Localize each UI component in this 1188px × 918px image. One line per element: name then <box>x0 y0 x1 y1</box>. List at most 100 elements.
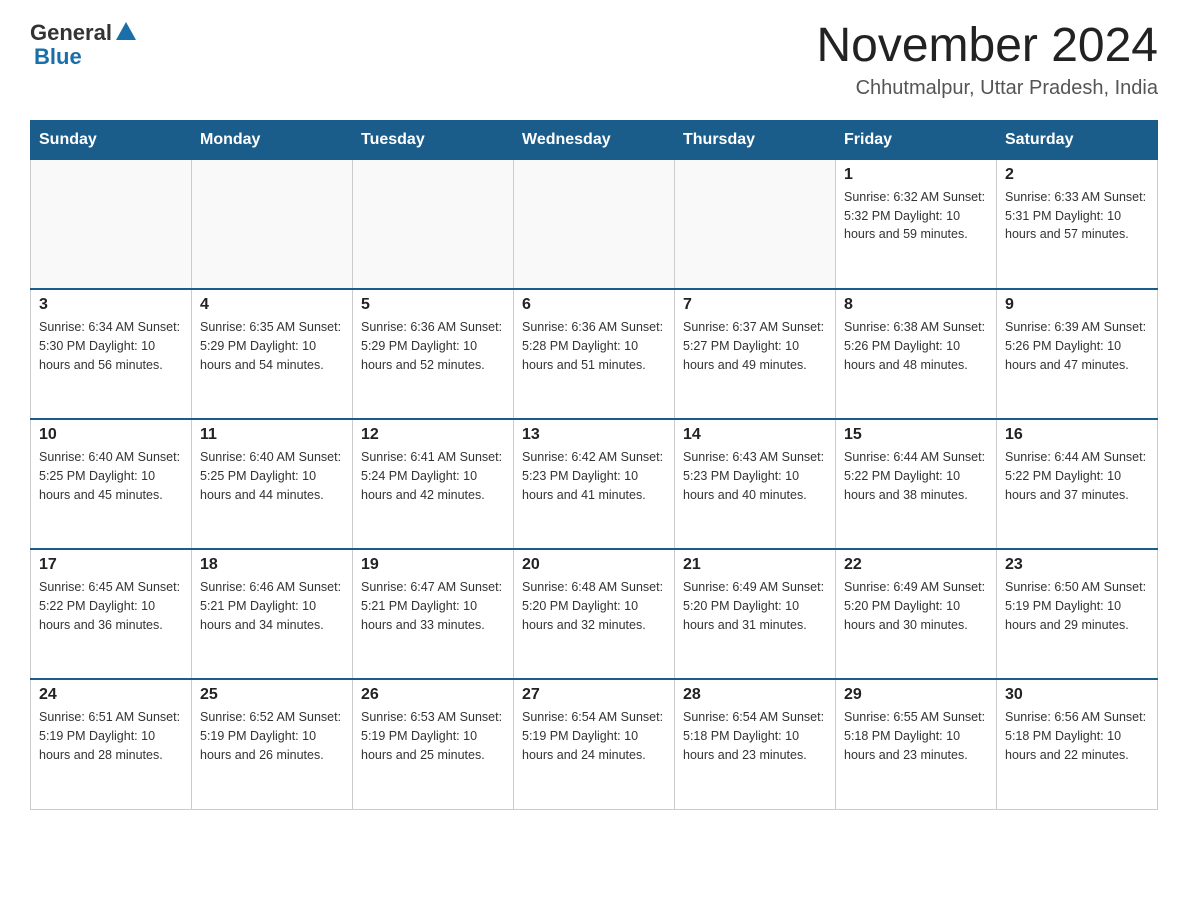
title-block: November 2024 Chhutmalpur, Uttar Pradesh… <box>816 20 1158 100</box>
calendar-cell: 11 Sunrise: 6:40 AM Sunset: 5:25 PM Dayli… <box>192 419 353 549</box>
day-number: 11 <box>200 426 344 444</box>
day-number: 22 <box>844 556 988 574</box>
calendar-cell <box>675 159 836 289</box>
calendar-cell: 30Sunrise: 6:56 AM Sunset: 5:18 PM Dayli… <box>997 679 1158 809</box>
day-number: 21 <box>683 556 827 574</box>
calendar-week-row: 3 Sunrise: 6:34 AM Sunset: 5:30 PM Daylig… <box>31 289 1158 419</box>
day-info: Sunrise: 6:37 AM Sunset: 5:27 PM Dayligh… <box>683 318 827 374</box>
day-info: Sunrise: 6:44 AM Sunset: 5:22 PM Dayligh… <box>1005 448 1149 504</box>
calendar-cell: 12 Sunrise: 6:41 AM Sunset: 5:24 PM Dayli… <box>353 419 514 549</box>
day-number: 25 <box>200 686 344 704</box>
day-number: 1 <box>844 166 988 184</box>
calendar-cell: 1 Sunrise: 6:32 AM Sunset: 5:32 PM Daylig… <box>836 159 997 289</box>
calendar-cell: 26 Sunrise: 6:53 AM Sunset: 5:19 PM Dayli… <box>353 679 514 809</box>
calendar-cell: 18 Sunrise: 6:46 AM Sunset: 5:21 PM Dayli… <box>192 549 353 679</box>
calendar-cell: 19Sunrise: 6:47 AM Sunset: 5:21 PM Dayli… <box>353 549 514 679</box>
calendar-day-header: Tuesday <box>353 120 514 159</box>
day-number: 14 <box>683 426 827 444</box>
day-info: Sunrise: 6:38 AM Sunset: 5:26 PM Dayligh… <box>844 318 988 374</box>
page-header: General Blue November 2024 Chhutmalpur, … <box>30 20 1158 100</box>
logo: General Blue <box>30 20 136 70</box>
day-number: 7 <box>683 296 827 314</box>
day-info: Sunrise: 6:32 AM Sunset: 5:32 PM Dayligh… <box>844 188 988 244</box>
day-info: Sunrise: 6:48 AM Sunset: 5:20 PM Dayligh… <box>522 578 666 634</box>
day-info: Sunrise: 6:34 AM Sunset: 5:30 PM Dayligh… <box>39 318 183 374</box>
calendar-cell: 3 Sunrise: 6:34 AM Sunset: 5:30 PM Daylig… <box>31 289 192 419</box>
day-info: Sunrise: 6:52 AM Sunset: 5:19 PM Dayligh… <box>200 708 344 764</box>
day-info: Sunrise: 6:53 AM Sunset: 5:19 PM Dayligh… <box>361 708 505 764</box>
calendar-day-header: Wednesday <box>514 120 675 159</box>
day-number: 15 <box>844 426 988 444</box>
calendar-cell: 20 Sunrise: 6:48 AM Sunset: 5:20 PM Dayli… <box>514 549 675 679</box>
logo-blue-text: Blue <box>34 44 82 70</box>
calendar-cell: 21 Sunrise: 6:49 AM Sunset: 5:20 PM Dayli… <box>675 549 836 679</box>
calendar-cell: 7 Sunrise: 6:37 AM Sunset: 5:27 PM Daylig… <box>675 289 836 419</box>
day-number: 4 <box>200 296 344 314</box>
day-number: 27 <box>522 686 666 704</box>
day-info: Sunrise: 6:54 AM Sunset: 5:18 PM Dayligh… <box>683 708 827 764</box>
calendar-week-row: 10 Sunrise: 6:40 AM Sunset: 5:25 PM Dayli… <box>31 419 1158 549</box>
calendar-cell: 8 Sunrise: 6:38 AM Sunset: 5:26 PM Daylig… <box>836 289 997 419</box>
month-title: November 2024 <box>816 20 1158 73</box>
day-number: 26 <box>361 686 505 704</box>
day-number: 17 <box>39 556 183 574</box>
calendar-cell: 9 Sunrise: 6:39 AM Sunset: 5:26 PM Daylig… <box>997 289 1158 419</box>
calendar-table: SundayMondayTuesdayWednesdayThursdayFrid… <box>30 120 1158 810</box>
calendar-cell: 29 Sunrise: 6:55 AM Sunset: 5:18 PM Dayli… <box>836 679 997 809</box>
day-info: Sunrise: 6:55 AM Sunset: 5:18 PM Dayligh… <box>844 708 988 764</box>
calendar-week-row: 1 Sunrise: 6:32 AM Sunset: 5:32 PM Daylig… <box>31 159 1158 289</box>
calendar-cell <box>31 159 192 289</box>
calendar-cell: 24 Sunrise: 6:51 AM Sunset: 5:19 PM Dayli… <box>31 679 192 809</box>
day-info: Sunrise: 6:42 AM Sunset: 5:23 PM Dayligh… <box>522 448 666 504</box>
day-info: Sunrise: 6:49 AM Sunset: 5:20 PM Dayligh… <box>683 578 827 634</box>
day-number: 24 <box>39 686 183 704</box>
day-number: 8 <box>844 296 988 314</box>
calendar-cell: 22 Sunrise: 6:49 AM Sunset: 5:20 PM Dayli… <box>836 549 997 679</box>
location-title: Chhutmalpur, Uttar Pradesh, India <box>816 77 1158 100</box>
day-number: 28 <box>683 686 827 704</box>
day-number: 9 <box>1005 296 1149 314</box>
day-info: Sunrise: 6:39 AM Sunset: 5:26 PM Dayligh… <box>1005 318 1149 374</box>
day-number: 5 <box>361 296 505 314</box>
calendar-day-header: Monday <box>192 120 353 159</box>
calendar-cell: 23 Sunrise: 6:50 AM Sunset: 5:19 PM Dayli… <box>997 549 1158 679</box>
day-info: Sunrise: 6:33 AM Sunset: 5:31 PM Dayligh… <box>1005 188 1149 244</box>
logo-triangle-icon <box>116 22 136 40</box>
calendar-cell: 4 Sunrise: 6:35 AM Sunset: 5:29 PM Daylig… <box>192 289 353 419</box>
day-info: Sunrise: 6:40 AM Sunset: 5:25 PM Dayligh… <box>200 448 344 504</box>
day-info: Sunrise: 6:51 AM Sunset: 5:19 PM Dayligh… <box>39 708 183 764</box>
day-number: 20 <box>522 556 666 574</box>
calendar-cell: 17 Sunrise: 6:45 AM Sunset: 5:22 PM Dayli… <box>31 549 192 679</box>
day-info: Sunrise: 6:36 AM Sunset: 5:28 PM Dayligh… <box>522 318 666 374</box>
calendar-cell <box>192 159 353 289</box>
day-number: 10 <box>39 426 183 444</box>
day-number: 12 <box>361 426 505 444</box>
day-info: Sunrise: 6:46 AM Sunset: 5:21 PM Dayligh… <box>200 578 344 634</box>
day-info: Sunrise: 6:44 AM Sunset: 5:22 PM Dayligh… <box>844 448 988 504</box>
day-number: 30 <box>1005 686 1149 704</box>
day-number: 29 <box>844 686 988 704</box>
day-info: Sunrise: 6:45 AM Sunset: 5:22 PM Dayligh… <box>39 578 183 634</box>
day-info: Sunrise: 6:40 AM Sunset: 5:25 PM Dayligh… <box>39 448 183 504</box>
day-info: Sunrise: 6:35 AM Sunset: 5:29 PM Dayligh… <box>200 318 344 374</box>
day-number: 19 <box>361 556 505 574</box>
calendar-cell: 6Sunrise: 6:36 AM Sunset: 5:28 PM Daylig… <box>514 289 675 419</box>
day-number: 18 <box>200 556 344 574</box>
day-number: 23 <box>1005 556 1149 574</box>
logo-general-text: General <box>30 20 112 46</box>
day-number: 3 <box>39 296 183 314</box>
day-number: 13 <box>522 426 666 444</box>
calendar-week-row: 24 Sunrise: 6:51 AM Sunset: 5:19 PM Dayli… <box>31 679 1158 809</box>
calendar-cell <box>514 159 675 289</box>
calendar-cell: 15 Sunrise: 6:44 AM Sunset: 5:22 PM Dayli… <box>836 419 997 549</box>
day-info: Sunrise: 6:41 AM Sunset: 5:24 PM Dayligh… <box>361 448 505 504</box>
day-info: Sunrise: 6:54 AM Sunset: 5:19 PM Dayligh… <box>522 708 666 764</box>
calendar-day-header: Friday <box>836 120 997 159</box>
day-number: 16 <box>1005 426 1149 444</box>
day-info: Sunrise: 6:50 AM Sunset: 5:19 PM Dayligh… <box>1005 578 1149 634</box>
day-info: Sunrise: 6:36 AM Sunset: 5:29 PM Dayligh… <box>361 318 505 374</box>
calendar-cell: 28 Sunrise: 6:54 AM Sunset: 5:18 PM Dayli… <box>675 679 836 809</box>
day-info: Sunrise: 6:49 AM Sunset: 5:20 PM Dayligh… <box>844 578 988 634</box>
calendar-cell: 25 Sunrise: 6:52 AM Sunset: 5:19 PM Dayli… <box>192 679 353 809</box>
calendar-cell: 2Sunrise: 6:33 AM Sunset: 5:31 PM Daylig… <box>997 159 1158 289</box>
